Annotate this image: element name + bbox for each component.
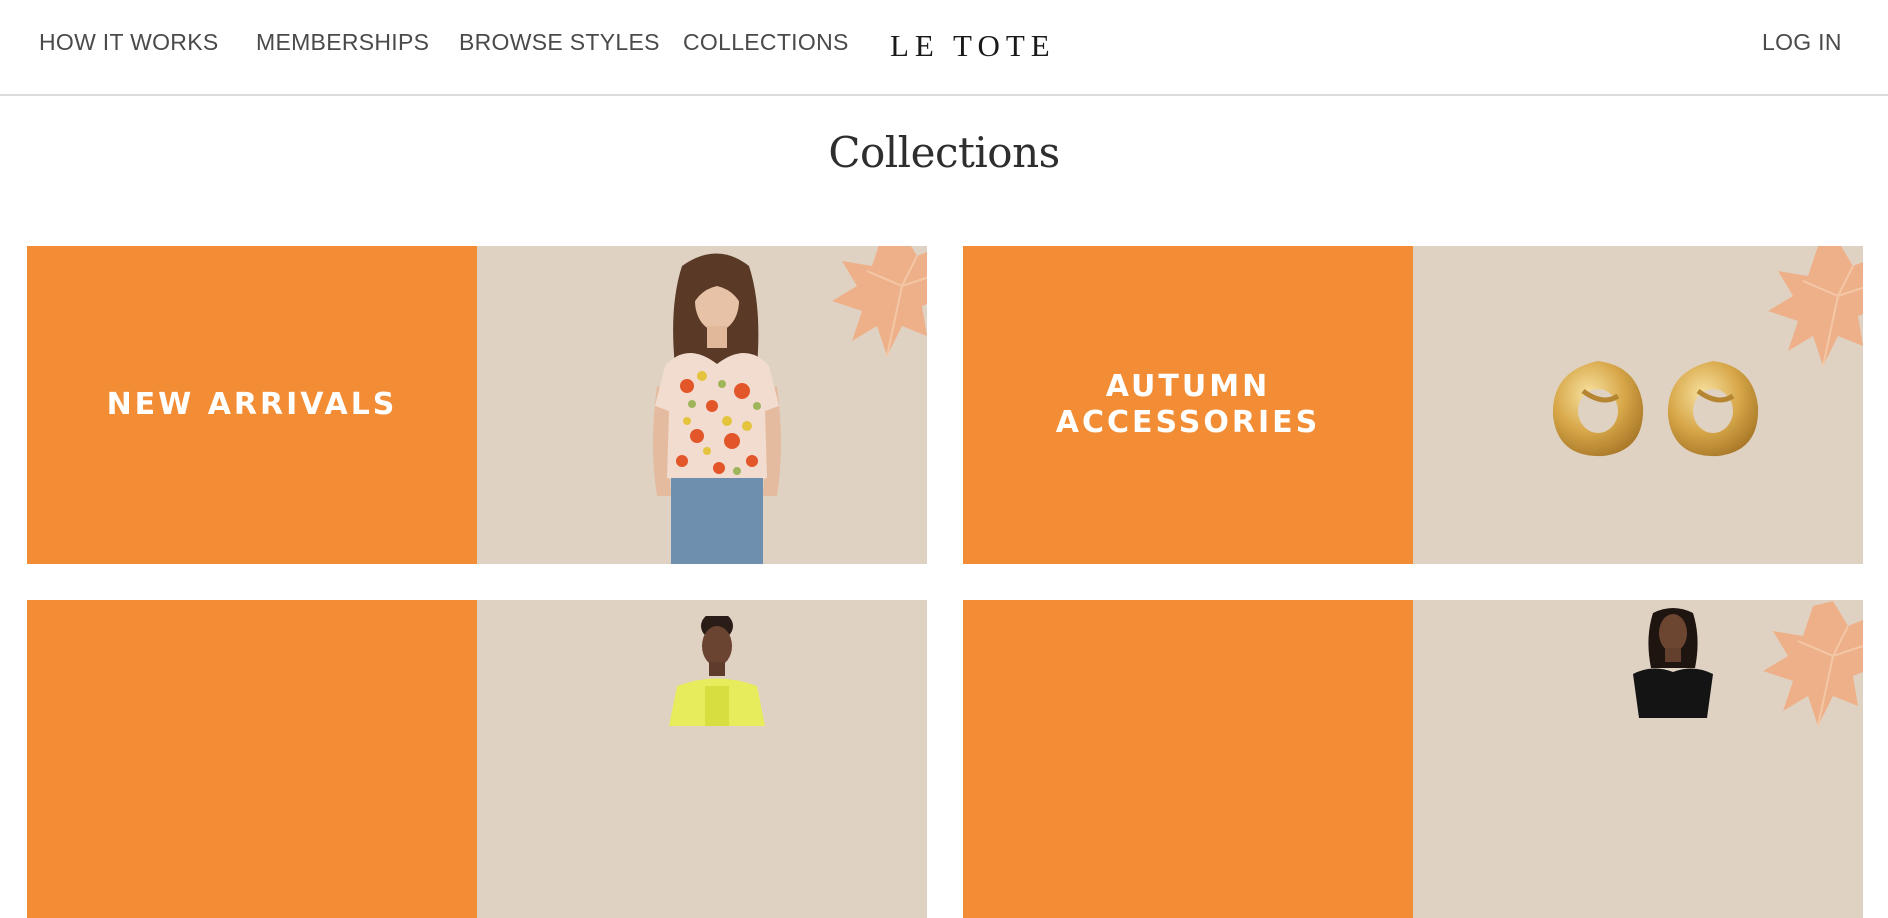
site-header: HOW IT WORKS MEMBERSHIPS BROWSE STYLES C… bbox=[0, 0, 1888, 96]
maple-leaf-icon bbox=[832, 246, 927, 357]
card-image-panel bbox=[1413, 600, 1863, 918]
card-image-panel bbox=[1413, 246, 1863, 564]
card-title: NEW ARRIVALS bbox=[106, 387, 398, 422]
site-logo[interactable]: LE TOTE bbox=[890, 28, 1056, 64]
card-label-panel bbox=[963, 600, 1413, 918]
collection-card[interactable] bbox=[27, 600, 927, 918]
model-floral-top-image bbox=[653, 253, 781, 564]
collection-card-autumn-accessories[interactable]: AUTUMN ACCESSORIES bbox=[963, 246, 1863, 564]
nav-how-it-works[interactable]: HOW IT WORKS bbox=[39, 29, 219, 56]
model-black-dress-image bbox=[1633, 608, 1713, 718]
nav-collections[interactable]: COLLECTIONS bbox=[683, 29, 849, 56]
model-yellow-blazer-image bbox=[669, 616, 765, 726]
log-in-link[interactable]: LOG IN bbox=[1762, 29, 1842, 56]
card-label-panel: NEW ARRIVALS bbox=[27, 246, 477, 564]
nav-browse-styles[interactable]: BROWSE STYLES bbox=[459, 29, 660, 56]
nav-memberships[interactable]: MEMBERSHIPS bbox=[256, 29, 429, 56]
card-image-panel bbox=[477, 600, 927, 918]
card-title: AUTUMN ACCESSORIES bbox=[1055, 369, 1321, 440]
collection-card-new-arrivals[interactable]: NEW ARRIVALS bbox=[27, 246, 927, 564]
card-label-panel bbox=[27, 600, 477, 918]
collection-card[interactable] bbox=[963, 600, 1863, 918]
page-title: Collections bbox=[828, 128, 1060, 177]
card-image-panel bbox=[477, 246, 927, 564]
gold-earrings-image bbox=[1552, 361, 1759, 457]
maple-leaf-icon bbox=[1763, 601, 1863, 727]
card-label-panel: AUTUMN ACCESSORIES bbox=[963, 246, 1413, 564]
